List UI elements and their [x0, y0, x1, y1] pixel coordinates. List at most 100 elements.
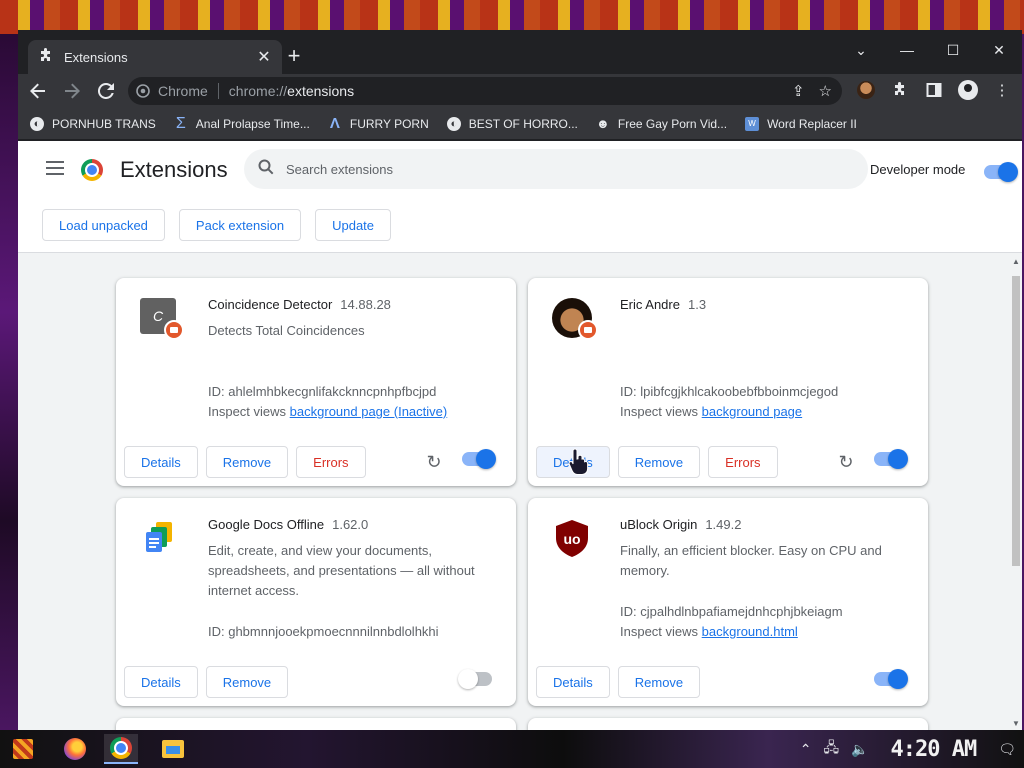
record-badge-icon [164, 320, 184, 340]
chevron-up-icon[interactable]: ⌃ [800, 741, 812, 758]
bookmark-item[interactable]: Λ FURRY PORN [328, 115, 429, 132]
new-tab-button[interactable]: + [280, 42, 308, 70]
extension-enable-toggle[interactable] [874, 669, 908, 689]
errors-button[interactable]: Errors [708, 446, 778, 478]
taskbar-file-explorer[interactable] [156, 734, 190, 764]
bookmark-item[interactable]: W Word Replacer II [745, 116, 857, 131]
bookmark-label: BEST OF HORRO... [468, 116, 578, 131]
account-avatar-icon[interactable] [956, 78, 980, 102]
chrome-site-icon [136, 84, 150, 98]
extension-enable-toggle[interactable] [458, 669, 492, 689]
extensions-header: Extensions Developer mode Load unpacked … [18, 141, 1022, 253]
lambda-icon: Λ [329, 115, 340, 132]
chrome-logo-icon [81, 159, 103, 181]
forward-button[interactable] [58, 77, 86, 105]
developer-mode-toggle[interactable] [984, 162, 1018, 182]
network-icon[interactable]: 🖧 [823, 737, 839, 761]
extension-enable-toggle[interactable] [874, 449, 908, 469]
bookmark-item[interactable]: ◐ BEST OF HORRO... [446, 116, 578, 131]
globe-icon: ◐ [30, 116, 44, 131]
extension-card-partial [528, 718, 928, 730]
inspect-background-link[interactable]: background page (Inactive) [290, 404, 448, 419]
notification-icon[interactable]: 🗨 [998, 741, 1016, 758]
scroll-down-icon[interactable]: ▼ [1012, 720, 1020, 728]
bookmark-label: Free Gay Porn Vid... [617, 116, 728, 131]
scrollbar-thumb[interactable] [1012, 276, 1020, 566]
bookmark-label: Anal Prolapse Time... [195, 116, 310, 131]
start-button[interactable] [6, 734, 40, 764]
bookmark-star-icon[interactable]: ☆ [819, 82, 832, 100]
inspect-background-link[interactable]: background.html [702, 624, 798, 639]
inspect-views-label: Inspect views [208, 404, 287, 419]
bookmark-item[interactable]: ☻ Free Gay Porn Vid... [596, 116, 728, 131]
url-host: extensions [287, 83, 355, 99]
address-bar[interactable]: Chrome chrome://extensions ⇪ ☆ [128, 77, 842, 105]
desktop-wallpaper-top [0, 0, 1024, 34]
remove-button[interactable]: Remove [205, 446, 289, 478]
extension-version: 14.88.28 [340, 297, 391, 312]
taskbar: ⌃ 🖧 🔈 4:20 AM 🗨 [0, 730, 1024, 768]
site-name: Chrome [158, 83, 208, 99]
remove-button[interactable]: Remove [205, 666, 289, 698]
word-replacer-icon: W [745, 116, 760, 131]
volume-icon[interactable]: 🔈 [851, 741, 868, 758]
profile-extension-icon[interactable] [854, 78, 878, 102]
remove-button[interactable]: Remove [617, 666, 701, 698]
search-icon [258, 159, 274, 180]
errors-button[interactable]: Errors [296, 446, 366, 478]
details-button[interactable]: Details [124, 446, 198, 478]
bookmark-label: FURRY PORN [349, 116, 429, 131]
hamburger-menu-icon[interactable] [46, 161, 64, 175]
menu-kebab-icon[interactable]: ⋮ [990, 78, 1014, 102]
browser-toolbar: Chrome chrome://extensions ⇪ ☆ ⋮ [18, 74, 1022, 108]
maximize-button[interactable]: ☐ [930, 36, 976, 64]
account-avatar [958, 80, 978, 100]
mask-icon: ☻ [596, 116, 610, 131]
extension-name: Eric Andre 1.3 [620, 297, 706, 312]
reload-button[interactable] [92, 77, 120, 105]
details-button[interactable]: Details [536, 666, 610, 698]
omnibox-divider [217, 83, 219, 99]
bookmark-item[interactable]: Σ Anal Prolapse Time... [174, 115, 310, 132]
taskbar-chrome[interactable] [104, 734, 138, 764]
bookmark-item[interactable]: ◐ PORNHUB TRANS [30, 116, 156, 131]
search-box[interactable] [244, 149, 868, 189]
share-icon[interactable]: ⇪ [792, 82, 805, 100]
remove-button[interactable]: Remove [617, 446, 701, 478]
details-button[interactable]: Details [124, 666, 198, 698]
inspect-background-link[interactable]: background page [702, 404, 802, 419]
card-footer: Details Remove [124, 666, 289, 698]
extension-enable-toggle[interactable] [462, 449, 496, 469]
reload-extension-icon[interactable]: ↻ [836, 452, 856, 472]
tab-search-icon[interactable]: ⌄ [838, 36, 884, 64]
back-button[interactable] [24, 77, 52, 105]
inspect-views: Inspect views background page [620, 404, 802, 419]
extension-title: Coincidence Detector [208, 297, 333, 312]
side-panel-icon[interactable] [922, 78, 946, 102]
extension-title: Google Docs Offline [208, 517, 325, 532]
close-window-button[interactable]: ✕ [976, 36, 1022, 64]
minimize-button[interactable]: — [884, 36, 930, 64]
reload-extension-icon[interactable]: ↻ [424, 452, 444, 472]
inspect-views: Inspect views background page (Inactive) [208, 404, 447, 419]
clock[interactable]: 4:20 AM [891, 737, 978, 762]
extension-name: uBlock Origin 1.49.2 [620, 517, 741, 532]
inspect-views: Inspect views background.html [620, 624, 798, 639]
search-input[interactable] [286, 161, 826, 177]
load-unpacked-button[interactable]: Load unpacked [42, 209, 165, 241]
page-scrollbar[interactable]: ▲ ▼ [1010, 254, 1022, 730]
card-footer: Details Remove Errors [124, 446, 366, 478]
extensions-puzzle-icon[interactable] [888, 78, 912, 102]
tab-extensions[interactable]: Extensions ✕ [28, 40, 282, 74]
page-title: Extensions [120, 157, 228, 182]
tab-close-icon[interactable]: ✕ [256, 47, 272, 67]
pack-extension-button[interactable]: Pack extension [178, 209, 302, 241]
record-badge-icon [578, 320, 598, 340]
extension-name: Coincidence Detector 14.88.28 [208, 297, 391, 312]
taskbar-firefox[interactable] [58, 734, 92, 764]
scroll-up-icon[interactable]: ▲ [1012, 258, 1020, 266]
extension-version: 1.49.2 [705, 517, 742, 532]
update-button[interactable]: Update [315, 209, 392, 241]
hand-cursor-icon [568, 448, 589, 475]
extension-description: Edit, create, and view your documents, s… [208, 543, 475, 598]
